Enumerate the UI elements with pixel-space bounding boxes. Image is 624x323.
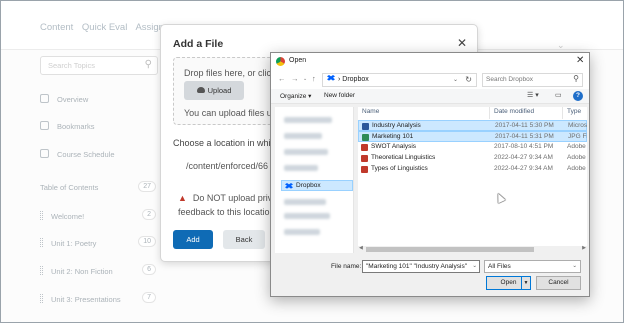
scrollbar-thumb[interactable] [366, 247, 534, 252]
file-name-input[interactable]: "Marketing 101" "Industry Analysis" ⌄ [362, 260, 480, 273]
file-date: 2017-08-10 4:51 PM [494, 143, 554, 150]
file-row[interactable]: SWOT Analysis 2017-08-10 4:51 PM Adobe A [358, 142, 587, 153]
file-row[interactable]: Theoretical Linguistics 2022-04-27 9:34 … [358, 153, 587, 164]
file-name: Theoretical Linguistics [371, 154, 436, 161]
privacy-warning: ▲ Do NOT upload priv feedback to this loc… [178, 193, 275, 217]
choose-location-label: Choose a location in which [173, 138, 281, 148]
file-name: Types of Linguistics [371, 165, 428, 172]
open-file-dialog: Open ✕ ← → ⌄ ↑ › Dropbox ⌄ ↻ Search Drop… [270, 52, 590, 297]
mouse-cursor-icon [494, 191, 506, 204]
word-file-icon [362, 123, 369, 130]
file-date: 2017-04-11 5:31 PM [495, 133, 554, 140]
file-type: Microso [568, 122, 587, 129]
horizontal-scrollbar[interactable]: ◀ ▶ [358, 245, 587, 253]
destination-path: /content/enforced/66 [186, 161, 269, 171]
back-arrow-icon[interactable]: ← [278, 74, 286, 83]
search-placeholder: Search Dropbox [486, 76, 533, 83]
warning-icon: ▲ [178, 193, 187, 203]
open-button[interactable]: Open ▼ [486, 276, 531, 290]
view-options-icon[interactable]: ☰ ▾ [527, 91, 539, 99]
blurred-sidebar-item[interactable] [284, 117, 332, 123]
file-date: 2022-04-27 9:34 AM [494, 165, 553, 172]
pdf-file-icon [361, 155, 368, 162]
back-button[interactable]: Back [223, 230, 265, 249]
preview-pane-icon[interactable]: ▭ [555, 91, 562, 99]
address-dropdown-icon[interactable]: ⌄ [453, 74, 458, 86]
cancel-button[interactable]: Cancel [536, 276, 581, 290]
scroll-right-icon[interactable]: ▶ [582, 245, 586, 251]
file-name: Industry Analysis [372, 122, 421, 129]
file-name: Marketing 101 [372, 133, 414, 140]
add-button[interactable]: Add [173, 230, 213, 249]
search-icon[interactable]: ⚲ [573, 74, 579, 83]
blurred-sidebar-item[interactable] [284, 229, 320, 235]
blurred-sidebar-item[interactable] [284, 199, 326, 205]
file-row[interactable]: Types of Linguistics 2022-04-27 9:34 AM … [358, 164, 587, 175]
refresh-icon[interactable]: ↻ [465, 74, 472, 86]
file-type: Adobe A [567, 154, 587, 161]
close-icon[interactable]: ✕ [457, 36, 467, 50]
search-input[interactable]: Search Dropbox ⚲ [482, 73, 583, 87]
column-divider[interactable] [489, 107, 490, 119]
navigation-pane[interactable]: Dropbox [275, 107, 354, 253]
blurred-sidebar-item[interactable] [284, 165, 318, 171]
dialog-toolbar: Organize ▾ New folder ☰ ▾ ▭ ? [271, 89, 589, 104]
file-name: SWOT Analysis [371, 143, 417, 150]
pdf-file-icon [361, 144, 368, 151]
help-icon[interactable]: ? [573, 91, 583, 101]
file-type: Adobe A [567, 143, 587, 150]
filter-value: All Files [488, 263, 511, 270]
column-header-name[interactable]: Name [362, 108, 379, 115]
address-row: ← → ⌄ ↑ › Dropbox ⌄ ↻ Search Dropbox ⚲ [271, 70, 589, 89]
upload-help-text: You can upload files up [184, 108, 277, 118]
column-header-type[interactable]: Type [567, 108, 581, 115]
pdf-file-icon [361, 166, 368, 173]
upload-button[interactable]: Upload [184, 81, 244, 100]
file-name-label: File name: [331, 263, 362, 270]
dropbox-icon [285, 183, 293, 189]
file-date: 2022-04-27 9:34 AM [494, 154, 553, 161]
blurred-sidebar-item[interactable] [284, 213, 330, 219]
dialog-titlebar: Open ✕ [271, 53, 589, 70]
dialog-title: Add a File [173, 38, 224, 50]
close-icon[interactable]: ✕ [576, 55, 584, 66]
chevron-down-icon[interactable]: ⌄ [572, 261, 577, 272]
file-list[interactable]: Name Date modified Type Industry Analysi… [358, 107, 587, 253]
scroll-left-icon[interactable]: ◀ [359, 245, 363, 251]
file-row[interactable]: Industry Analysis 2017-04-11 5:30 PM Mic… [358, 120, 587, 131]
organize-menu[interactable]: Organize ▾ [280, 92, 311, 100]
blurred-sidebar-item[interactable] [284, 133, 322, 139]
file-date: 2017-04-11 5:30 PM [495, 122, 554, 129]
column-header-date[interactable]: Date modified [494, 108, 534, 115]
file-type: JPG File [568, 133, 587, 140]
chrome-icon [276, 57, 285, 66]
file-row[interactable]: Marketing 101 2017-04-11 5:31 PM JPG Fil… [358, 131, 587, 142]
address-bar[interactable]: › Dropbox ⌄ ↻ [322, 73, 477, 87]
sidebar-item-dropbox[interactable]: Dropbox [281, 180, 353, 191]
forward-arrow-icon[interactable]: → [291, 74, 299, 83]
address-location: Dropbox [342, 76, 369, 83]
dialog-title: Open [289, 57, 307, 64]
new-folder-button[interactable]: New folder [324, 92, 355, 99]
file-name-value: "Marketing 101" "Industry Analysis" [366, 263, 467, 270]
blurred-sidebar-item[interactable] [284, 149, 328, 155]
dropbox-icon [327, 75, 335, 81]
up-arrow-icon[interactable]: ↑ [312, 74, 316, 83]
image-file-icon [362, 134, 369, 141]
chevron-down-icon[interactable]: ⌄ [472, 261, 477, 272]
file-type: Adobe A [567, 165, 587, 172]
column-divider[interactable] [562, 107, 563, 119]
recent-locations-icon[interactable]: ⌄ [303, 76, 307, 82]
open-options-dropdown-icon[interactable]: ▼ [521, 277, 530, 289]
file-type-filter[interactable]: All Files ⌄ [484, 260, 581, 273]
drop-instructions: Drop files here, or click [184, 68, 276, 78]
cloud-upload-icon [196, 87, 205, 93]
